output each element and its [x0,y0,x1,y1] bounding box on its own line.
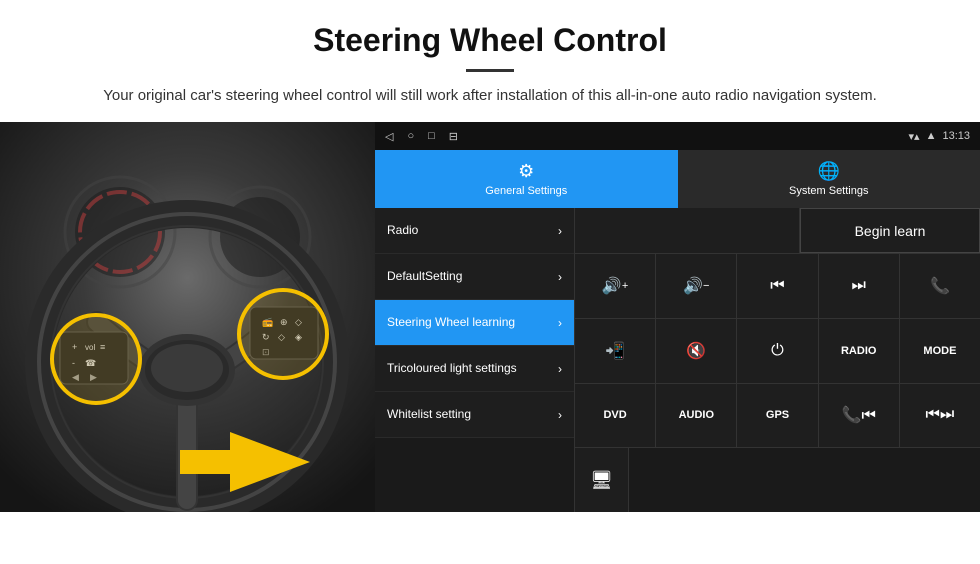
radio-empty-space [575,208,800,253]
prev-track-icon: ⏮ [770,277,784,295]
radio-button[interactable]: RADIO [819,319,900,383]
chevron-right-icon: › [558,362,562,376]
usb-button[interactable]: 🖥 [575,448,629,512]
next-track-icon: ⏭ [852,277,866,295]
status-bar: ◁ ○ □ ⊟ ▾▴ ▲ 13:13 [375,122,980,150]
prev-track-button[interactable]: ⏮ [737,254,818,318]
radio-label: RADIO [841,345,876,357]
phone-icon: 📞 [930,276,950,296]
usb-row: 🖥 [575,448,980,512]
usb-icon: 🖥 [590,470,613,491]
phone-prev-icon: 📞⏮ [842,405,876,425]
signal-icon: ▾▴ [909,130,920,143]
next-track-button[interactable]: ⏭ [819,254,900,318]
begin-learn-button[interactable]: Begin learn [800,208,980,253]
phone-button[interactable]: 📞 [900,254,980,318]
mute-icon: 🔇 [686,341,706,361]
chevron-right-icon: › [558,270,562,284]
control-panel: Begin learn 🔊 + 🔊 − [575,208,980,512]
control-row-2: 📲 🔇 ⏻ RADIO MODE [575,319,980,384]
car-image-section: + vol ≡ - ☎ ◀ ▶ 📻 ⊕ ◇ ↻ ◇ ◈ ⊡ [0,122,375,512]
page-title: Steering Wheel Control [60,22,920,59]
gps-label: GPS [766,409,789,421]
control-row-3: DVD AUDIO GPS 📞⏮ ⏮⏭ [575,384,980,449]
volume-down-icon: 🔊 [683,276,703,296]
power-button[interactable]: ⏻ [737,319,818,383]
chevron-right-icon: › [558,316,562,330]
general-settings-label: General Settings [485,185,567,197]
menu-item-default-label: DefaultSetting [387,269,462,285]
tab-bar: ⚙ General Settings 🌐 System Settings [375,150,980,208]
menu-item-radio-label: Radio [387,223,418,239]
gps-button[interactable]: GPS [737,384,818,448]
time-display: 13:13 [942,130,970,142]
steering-wheel-svg: + vol ≡ - ☎ ◀ ▶ 📻 ⊕ ◇ ↻ ◇ ◈ ⊡ [0,122,375,512]
chevron-right-icon: › [558,224,562,238]
menu-item-tricolour-label: Tricoloured light settings [387,361,517,377]
dvd-button[interactable]: DVD [575,384,656,448]
system-settings-label: System Settings [789,185,868,197]
menu-icon[interactable]: ⊟ [449,130,458,143]
dvd-label: DVD [603,409,626,421]
mode-button[interactable]: MODE [900,319,980,383]
mute-button[interactable]: 🔇 [656,319,737,383]
nav-icons: ◁ ○ □ ⊟ [385,130,458,143]
skip-combo-icon: ⏮⏭ [926,406,955,424]
header-section: Steering Wheel Control Your original car… [0,0,980,122]
chevron-right-icon: › [558,408,562,422]
radio-row: Begin learn [575,208,980,254]
skip-combo-button[interactable]: ⏮⏭ [900,384,980,448]
main-content: + vol ≡ - ☎ ◀ ▶ 📻 ⊕ ◇ ↻ ◇ ◈ ⊡ [0,122,980,512]
mode-label: MODE [923,345,956,357]
answer-call-icon: 📲 [605,341,625,361]
answer-call-button[interactable]: 📲 [575,319,656,383]
recents-icon[interactable]: □ [428,130,435,142]
android-panel: ◁ ○ □ ⊟ ▾▴ ▲ 13:13 ⚙ General Settings [375,122,980,512]
header-divider [466,69,514,72]
menu-item-radio[interactable]: Radio › [375,208,574,254]
tab-general[interactable]: ⚙ General Settings [375,150,678,208]
volume-up-icon: 🔊 [602,276,622,296]
settings-area: Radio › DefaultSetting › Steering Wheel … [375,208,980,512]
menu-item-tricolour[interactable]: Tricoloured light settings › [375,346,574,392]
menu-item-default[interactable]: DefaultSetting › [375,254,574,300]
phone-prev-button[interactable]: 📞⏮ [819,384,900,448]
menu-item-steering-label: Steering Wheel learning [387,315,515,331]
menu-item-steering[interactable]: Steering Wheel learning › [375,300,574,346]
power-icon: ⏻ [771,342,784,360]
control-row-1: 🔊 + 🔊 − ⏮ ⏭ [575,254,980,319]
page-wrapper: Steering Wheel Control Your original car… [0,0,980,512]
menu-item-whitelist[interactable]: Whitelist setting › [375,392,574,438]
volume-up-button[interactable]: 🔊 + [575,254,656,318]
menu-list: Radio › DefaultSetting › Steering Wheel … [375,208,575,512]
back-icon[interactable]: ◁ [385,130,393,143]
wifi-icon: ▲ [926,130,937,142]
begin-learn-label: Begin learn [855,223,926,239]
audio-label: AUDIO [679,409,714,421]
general-settings-icon: ⚙ [518,161,534,182]
header-description: Your original car's steering wheel contr… [60,84,920,108]
audio-button[interactable]: AUDIO [656,384,737,448]
volume-down-button[interactable]: 🔊 − [656,254,737,318]
home-icon[interactable]: ○ [407,130,414,142]
menu-item-whitelist-label: Whitelist setting [387,407,471,423]
tab-system[interactable]: 🌐 System Settings [678,150,980,208]
system-settings-icon: 🌐 [818,161,840,182]
status-right: ▾▴ ▲ 13:13 [909,130,970,143]
